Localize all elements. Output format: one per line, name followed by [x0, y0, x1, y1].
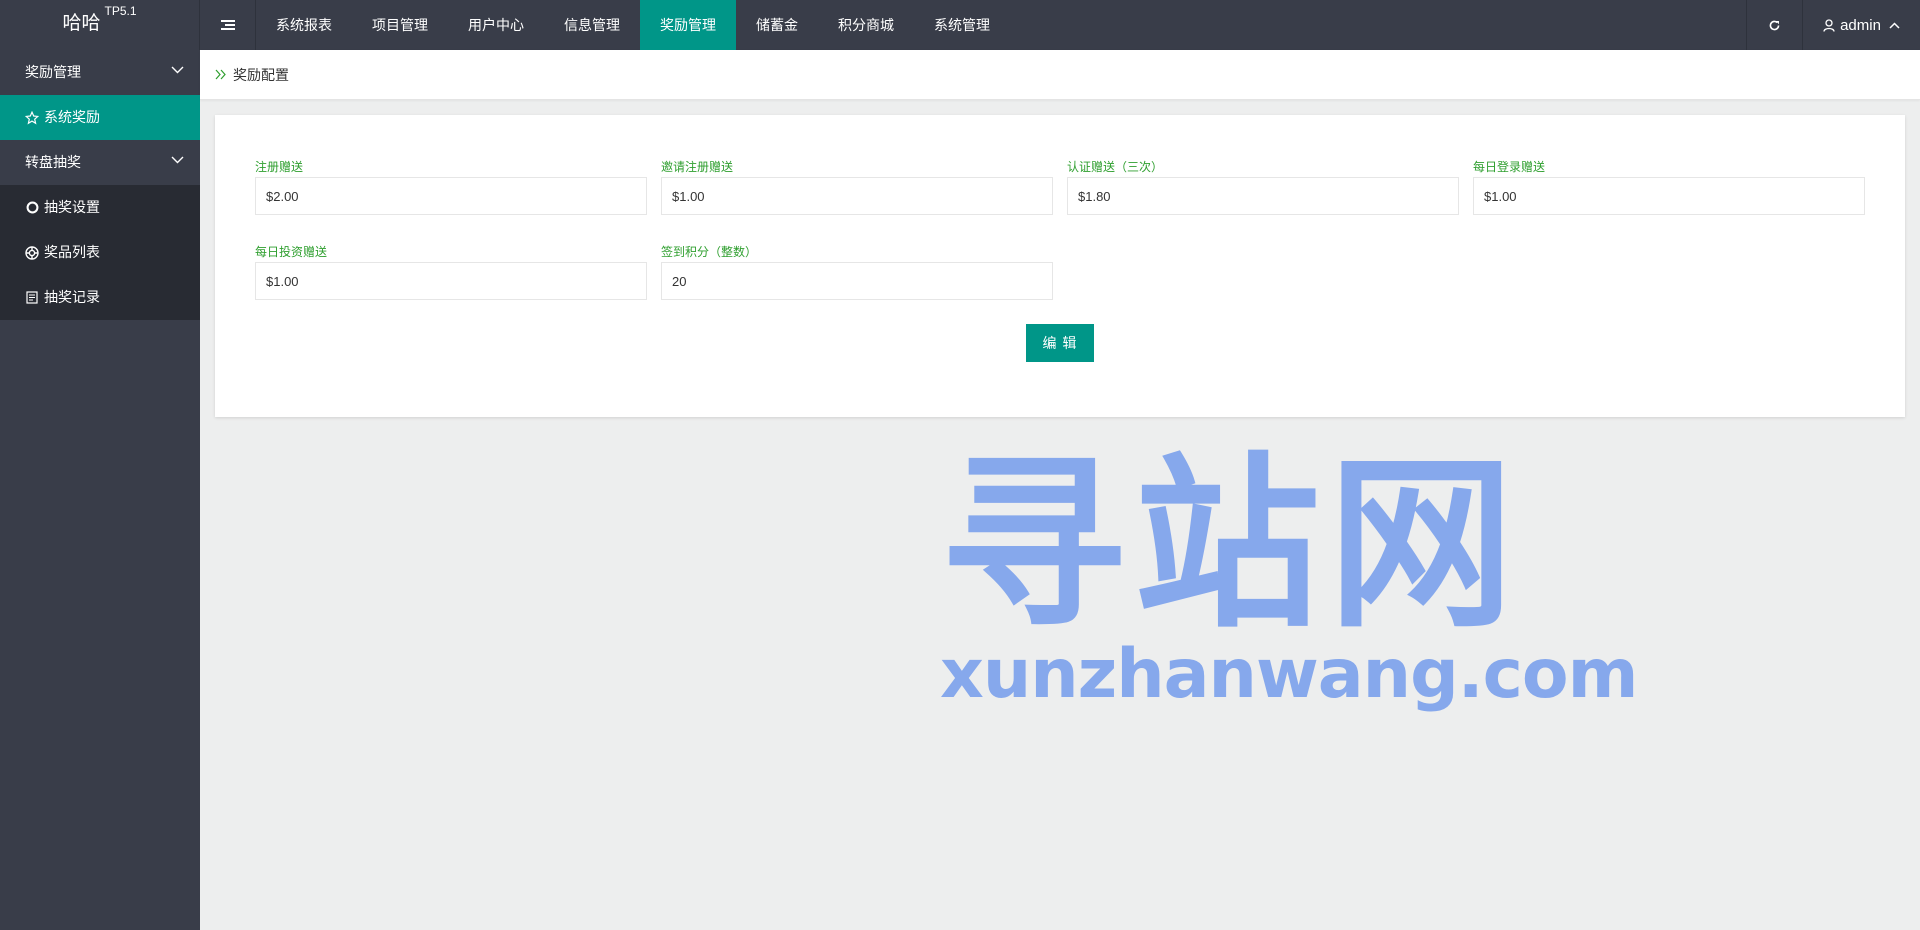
daily-login-bonus-input[interactable]: [1473, 177, 1865, 215]
verify-bonus-input[interactable]: [1067, 177, 1459, 215]
reward-config-form: 注册赠送 邀请注册赠送 认证赠送（三次） 每日登录赠送 每日投资赠送 签到积分（…: [215, 115, 1905, 417]
top-nav-item-projects[interactable]: 项目管理: [352, 0, 448, 50]
top-nav-item-info[interactable]: 信息管理: [544, 0, 640, 50]
sidebar-group-rewards[interactable]: 奖励管理: [0, 50, 200, 95]
sidebar-group-label: 转盘抽奖: [25, 154, 81, 170]
form-field-register-bonus: 注册赠送: [255, 159, 647, 215]
document-icon: [25, 291, 39, 305]
double-chevron-right-icon: [215, 69, 227, 80]
invite-bonus-input[interactable]: [661, 177, 1053, 215]
field-label: 每日登录赠送: [1473, 160, 1546, 174]
username: admin: [1840, 16, 1881, 34]
circle-icon: [25, 201, 39, 215]
form-field-invite-bonus: 邀请注册赠送: [661, 159, 1053, 215]
top-nav-item-reports[interactable]: 系统报表: [256, 0, 352, 50]
chevron-up-icon: [1889, 21, 1900, 29]
sidebar-item-system-rewards[interactable]: 系统奖励: [0, 95, 200, 140]
checkin-points-input[interactable]: [661, 262, 1053, 300]
sidebar-group-lottery[interactable]: 转盘抽奖: [0, 140, 200, 185]
field-label: 认证赠送（三次）: [1067, 160, 1164, 174]
watermark-chinese: 寻站网: [940, 436, 1523, 653]
logo-text: 哈哈: [62, 13, 101, 34]
field-label: 邀请注册赠送: [661, 160, 734, 174]
menu-toggle-button[interactable]: [200, 0, 256, 50]
sidebar-item-label: 抽奖设置: [44, 199, 100, 215]
sidebar-item-label: 奖品列表: [44, 244, 100, 260]
top-nav: 系统报表 项目管理 用户中心 信息管理 奖励管理 储蓄金 积分商城 系统管理: [256, 0, 1010, 50]
sidebar-item-lottery-records[interactable]: 抽奖记录: [0, 275, 200, 320]
app-logo[interactable]: 哈哈TP5.1: [0, 0, 200, 50]
top-nav-item-points-mall[interactable]: 积分商城: [818, 0, 914, 50]
chevron-down-icon: [171, 156, 184, 164]
form-field-checkin-points: 签到积分（整数）: [661, 244, 1053, 300]
chevron-down-icon: [171, 66, 184, 74]
star-icon: [25, 110, 39, 125]
breadcrumb-label[interactable]: 奖励配置: [233, 65, 289, 85]
breadcrumb: 奖励配置: [200, 50, 1920, 100]
field-label: 注册赠送: [255, 160, 304, 174]
field-label: 每日投资赠送: [255, 245, 328, 259]
edit-button[interactable]: 编 辑: [1026, 324, 1094, 362]
daily-invest-bonus-input[interactable]: [255, 262, 647, 300]
top-nav-item-savings[interactable]: 储蓄金: [736, 0, 818, 50]
sidebar-group-label: 奖励管理: [25, 64, 81, 80]
sidebar-item-prize-list[interactable]: 奖品列表: [0, 230, 200, 275]
lifebuoy-icon: [25, 245, 39, 260]
form-field-verify-bonus: 认证赠送（三次）: [1067, 159, 1459, 215]
refresh-button[interactable]: [1746, 0, 1802, 50]
sidebar: 奖励管理 系统奖励 转盘抽奖 抽奖设置 奖品列表 抽奖记录: [0, 50, 200, 930]
top-nav-item-system[interactable]: 系统管理: [914, 0, 1010, 50]
refresh-icon: [1769, 20, 1780, 30]
logo-badge: TP5.1: [104, 3, 137, 18]
menu-toggle-icon: [220, 20, 235, 30]
form-field-daily-login-bonus: 每日登录赠送: [1473, 159, 1865, 215]
watermark-url: xunzhanwang.com: [940, 635, 1638, 714]
top-nav-item-rewards[interactable]: 奖励管理: [640, 0, 736, 50]
sidebar-item-label: 系统奖励: [44, 109, 100, 125]
form-field-daily-invest-bonus: 每日投资赠送: [255, 244, 647, 300]
top-nav-item-users[interactable]: 用户中心: [448, 0, 544, 50]
sidebar-item-label: 抽奖记录: [44, 289, 100, 305]
user-menu[interactable]: admin: [1802, 0, 1920, 50]
field-label: 签到积分（整数）: [661, 245, 758, 259]
top-header: 哈哈TP5.1 系统报表 项目管理 用户中心 信息管理 奖励管理 储蓄金 积分商…: [0, 0, 1920, 50]
user-icon: [1823, 18, 1835, 32]
register-bonus-input[interactable]: [255, 177, 647, 215]
sidebar-item-lottery-settings[interactable]: 抽奖设置: [0, 185, 200, 230]
